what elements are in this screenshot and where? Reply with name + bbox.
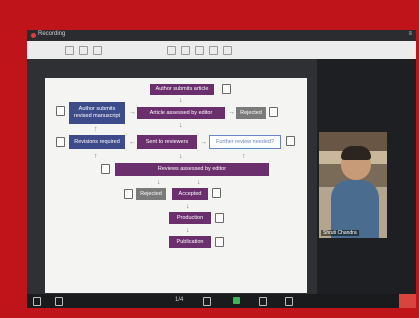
book-icon: [215, 237, 224, 247]
tool-icon[interactable]: [209, 46, 218, 55]
tool-icon[interactable]: [93, 46, 102, 55]
rejected-top-box: Rejected: [236, 107, 266, 119]
thumbs-down-icon: [269, 107, 278, 117]
arrow-down-icon: ↓: [179, 97, 183, 104]
arrow-down-icon: ↓: [186, 203, 190, 210]
document-icon: [222, 84, 231, 94]
participant-panel: Shruti Chandra: [319, 132, 387, 238]
participants-icon[interactable]: [259, 297, 267, 306]
share-screen-icon[interactable]: [233, 297, 240, 304]
tool-icon[interactable]: [167, 46, 176, 55]
document-icon: [56, 106, 65, 116]
arrow-down-icon: ↓: [186, 227, 190, 234]
arrow-right-icon: →: [200, 139, 207, 146]
slide: Author submits article ↓ Author submits …: [45, 78, 307, 293]
record-icon: [31, 33, 36, 38]
bottom-toolbar: 1/4: [27, 294, 416, 308]
arrow-down-icon: ↓: [157, 179, 161, 186]
more-icon[interactable]: [285, 297, 293, 306]
chat-icon[interactable]: [203, 297, 211, 306]
further-review-box: Further review needed?: [209, 135, 281, 149]
top-bar: Recording ≡: [27, 30, 416, 41]
revisions-required-box: Revisions required: [69, 135, 125, 149]
accepted-box: Accepted: [172, 188, 208, 200]
tool-icon[interactable]: [65, 46, 74, 55]
end-call-button[interactable]: [399, 294, 416, 308]
author-submits-article-box: Author submits article: [150, 84, 214, 95]
presentation-toolbar: [27, 41, 416, 59]
arrow-right-icon: →: [129, 109, 136, 116]
printer-icon: [286, 136, 295, 146]
page-indicator: 1/4: [175, 297, 184, 303]
document-icon: [56, 137, 65, 147]
tool-icon[interactable]: [195, 46, 204, 55]
window-title: Recording: [38, 31, 66, 37]
arrow-up-icon: ↑: [242, 153, 246, 160]
person-hair: [341, 146, 371, 160]
meeting-screen: Recording ≡ Author submits article ↓ Aut…: [27, 30, 416, 308]
thumbs-up-icon: [212, 188, 221, 198]
sent-to-reviewers-box: Sent to reviewers: [137, 135, 197, 149]
tool-icon[interactable]: [79, 46, 88, 55]
mic-icon[interactable]: [33, 297, 41, 306]
arrow-left-icon: ←: [129, 139, 136, 146]
arrow-up-icon: ↑: [94, 153, 98, 160]
camera-icon[interactable]: [55, 297, 63, 306]
arrow-right-icon: →: [228, 109, 235, 116]
document-icon: [101, 164, 110, 174]
menu-icon[interactable]: ≡: [408, 31, 412, 37]
article-assessed-box: Article assessed by editor: [137, 107, 225, 119]
tool-icon[interactable]: [181, 46, 190, 55]
participant-name: Shruti Chandra: [321, 230, 359, 236]
arrow-down-icon: ↓: [179, 122, 183, 129]
tool-icon[interactable]: [223, 46, 232, 55]
thumbs-down-icon: [124, 189, 133, 199]
publication-box: Publication: [169, 236, 211, 248]
participant-video[interactable]: Shruti Chandra: [319, 132, 387, 238]
rejected-bottom-box: Rejected: [136, 188, 166, 200]
arrow-down-icon: ↓: [197, 179, 201, 186]
arrow-up-icon: ↑: [94, 126, 98, 133]
production-box: Production: [169, 212, 211, 224]
arrow-down-icon: ↓: [179, 153, 183, 160]
gear-icon: [215, 213, 224, 223]
author-submits-revised-box: Author submits revised manuscript: [69, 102, 125, 124]
reviews-assessed-box: Reviews assessed by editor: [115, 163, 269, 176]
